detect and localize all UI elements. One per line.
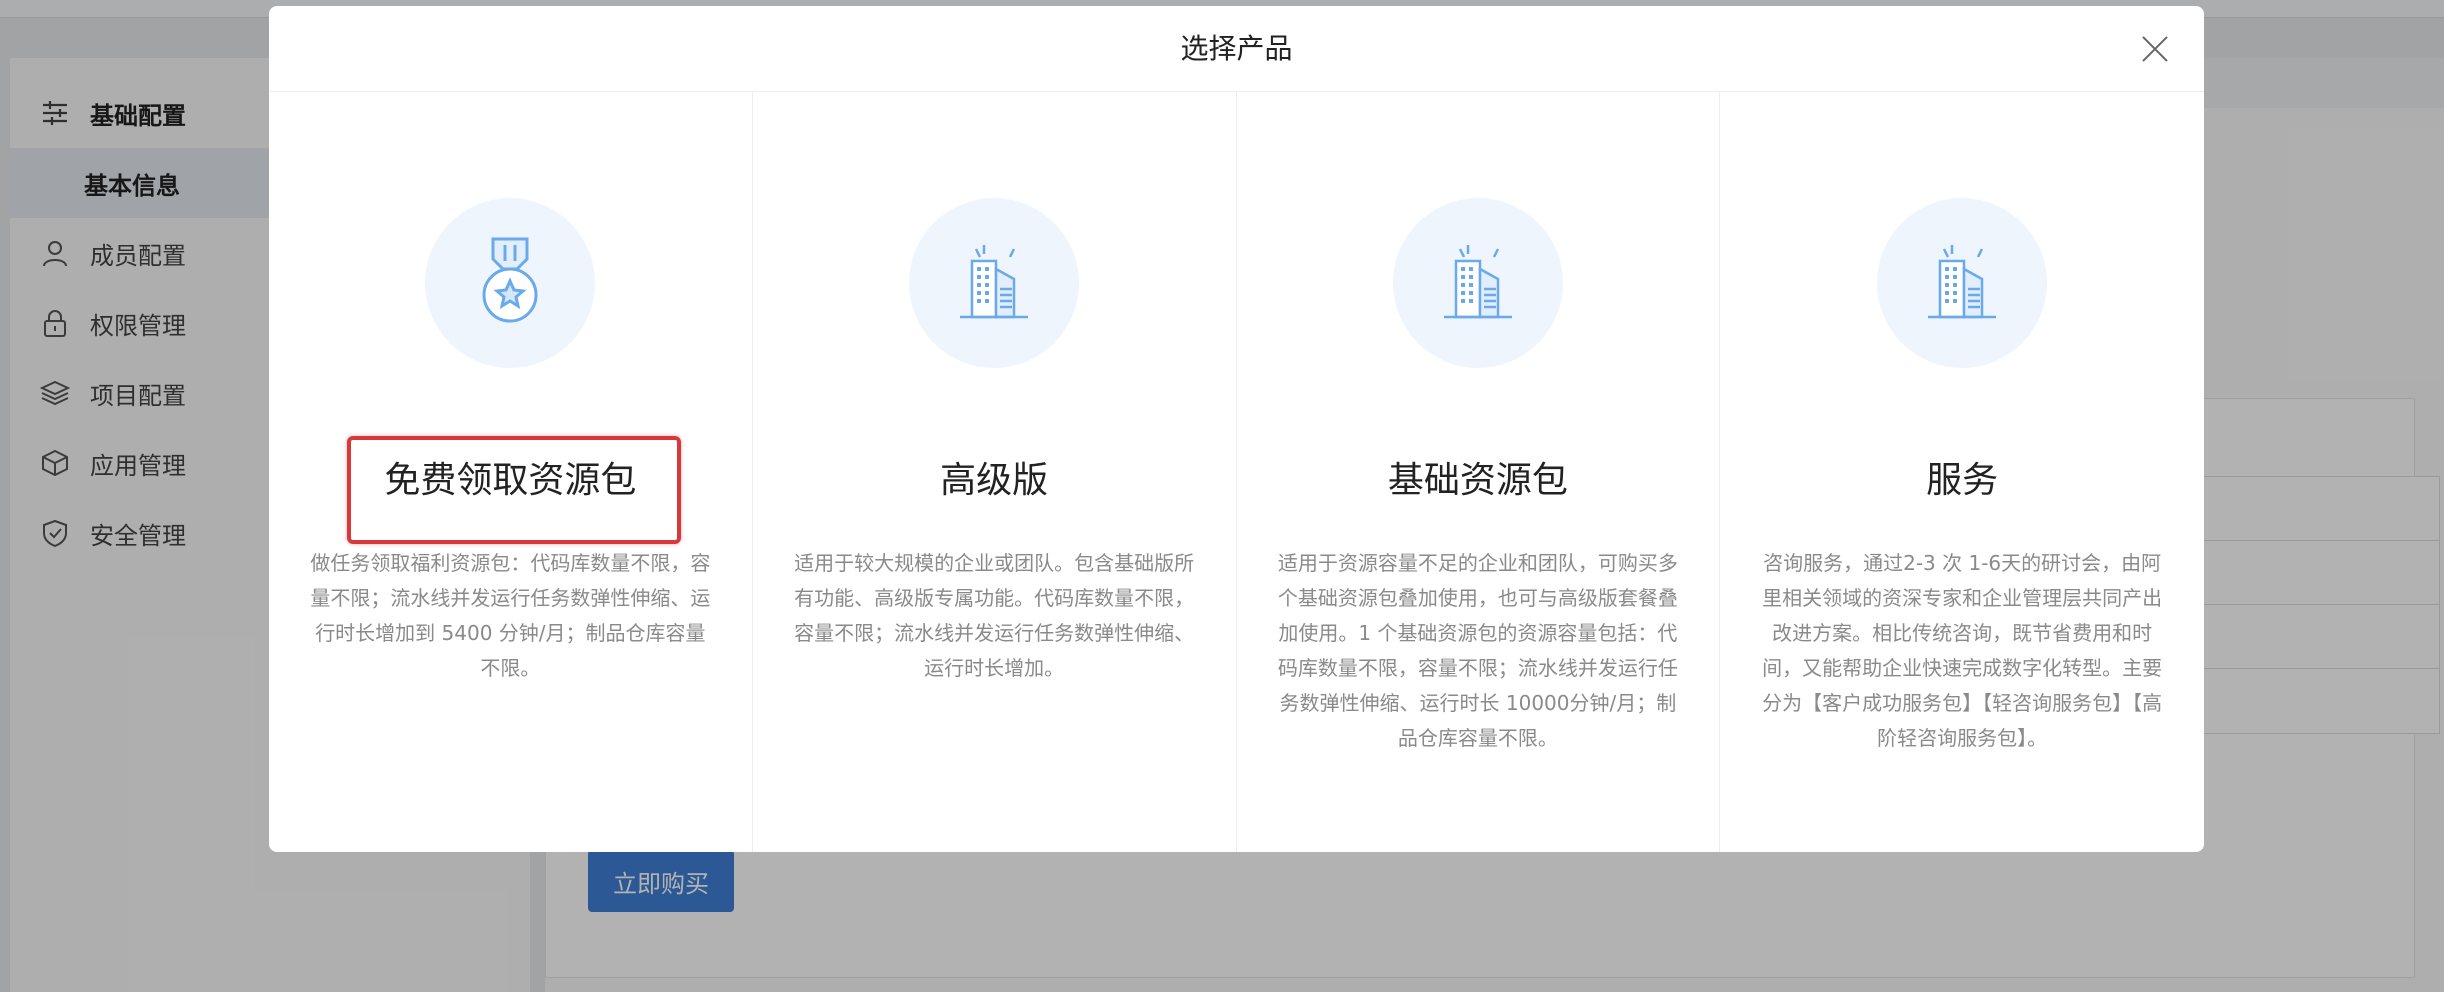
product-card-service[interactable]: 服务 咨询服务，通过2-3 次 1-6天的研讨会，由阿里相关领域的资深专家和企业… [1720,92,2204,852]
product-selection-dialog: 选择产品 免费领取资源包 做任务领取福利资源包：代码库数量不限，容量不限；流水线… [269,6,2204,852]
building-icon [1877,198,2048,368]
product-name: 服务 [1926,460,1999,501]
dialog-header: 选择产品 [269,6,2204,92]
product-list: 免费领取资源包 做任务领取福利资源包：代码库数量不限，容量不限；流水线并发运行任… [269,92,2204,852]
close-icon[interactable] [2136,30,2174,68]
product-description: 适用于较大规模的企业或团队。包含基础版所有功能、高级版专属功能。代码库数量不限，… [794,551,1195,680]
product-card-free-resource-pack[interactable]: 免费领取资源包 做任务领取福利资源包：代码库数量不限，容量不限；流水线并发运行任… [269,92,753,852]
product-name: 基础资源包 [1387,460,1568,501]
highlight-box [347,436,681,544]
product-description: 做任务领取福利资源包：代码库数量不限，容量不限；流水线并发运行任务数弹性伸缩、运… [310,551,711,680]
building-icon [1392,198,1563,368]
building-icon [909,198,1080,368]
dialog-title: 选择产品 [1180,32,1293,65]
product-description: 咨询服务，通过2-3 次 1-6天的研讨会，由阿里相关领域的资深专家和企业管理层… [1762,551,2163,750]
product-card-advanced[interactable]: 高级版 适用于较大规模的企业或团队。包含基础版所有功能、高级版专属功能。代码库数… [753,92,1237,852]
product-card-basic-resource-pack[interactable]: 基础资源包 适用于资源容量不足的企业和团队，可购买多个基础资源包叠加使用，也可与… [1237,92,1721,852]
product-name: 高级版 [940,460,1049,501]
medal-icon [425,198,596,368]
product-description: 适用于资源容量不足的企业和团队，可购买多个基础资源包叠加使用，也可与高级版套餐叠… [1277,551,1678,750]
